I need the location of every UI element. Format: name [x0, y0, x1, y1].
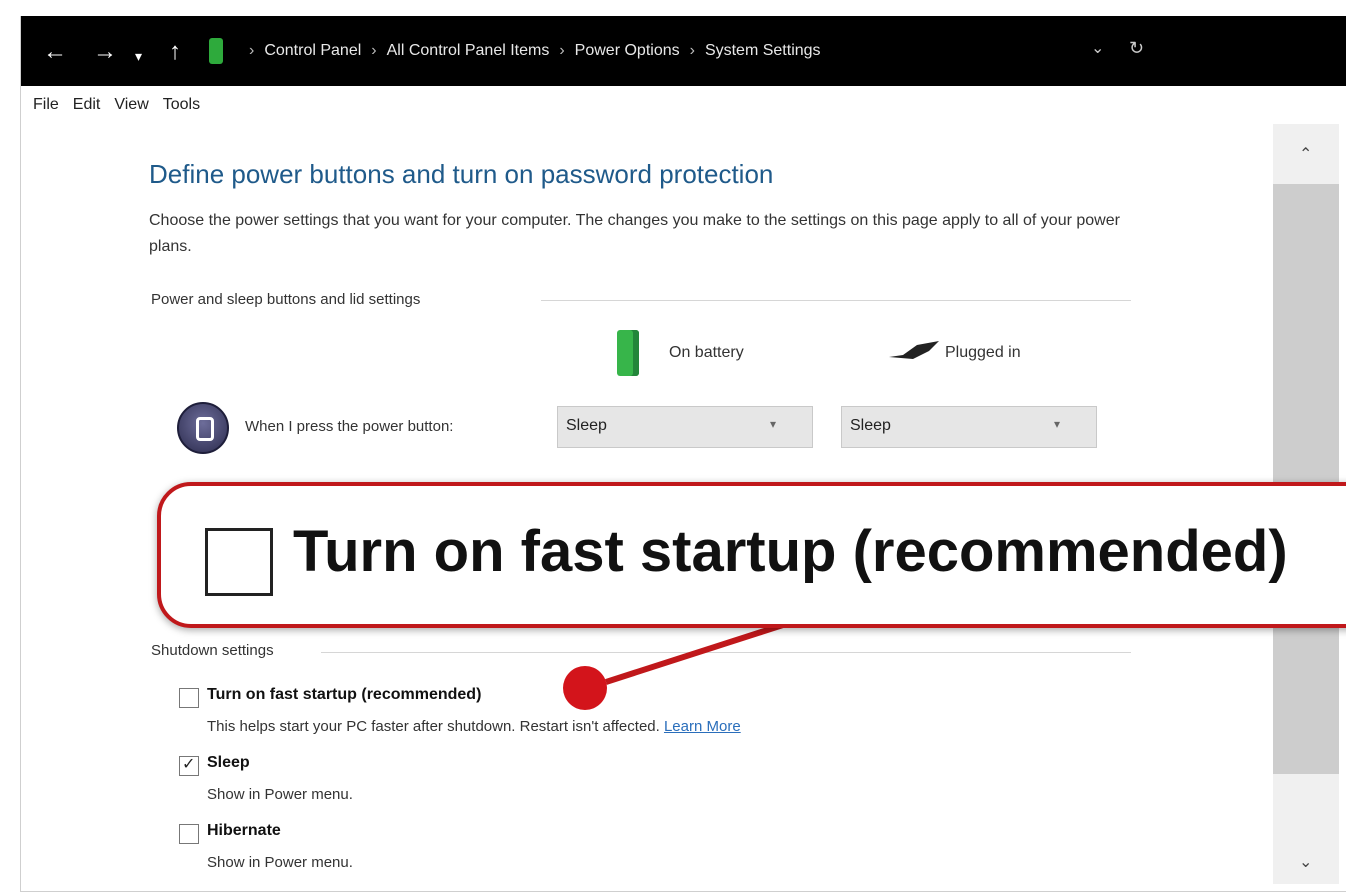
breadcrumb-separator: ›: [689, 42, 695, 59]
select-value: Sleep: [850, 417, 891, 434]
hibernate-label: Hibernate: [207, 822, 281, 839]
hibernate-checkbox[interactable]: [179, 824, 199, 844]
scroll-up-icon[interactable]: ⌃: [1299, 144, 1312, 164]
chevron-down-icon: ▾: [769, 417, 776, 431]
breadcrumb-system-settings[interactable]: System Settings: [705, 42, 821, 60]
window: ← → ▾ ↑ › Control Panel › All Control Pa…: [20, 16, 1346, 892]
select-value: Sleep: [566, 417, 607, 434]
plug-icon: [889, 341, 939, 359]
menu-view[interactable]: View: [114, 96, 148, 114]
breadcrumb-separator: ›: [249, 42, 255, 59]
fast-startup-checkbox[interactable]: [179, 688, 199, 708]
back-arrow-icon[interactable]: ←: [43, 40, 67, 64]
menu-file[interactable]: File: [33, 96, 59, 114]
breadcrumb-control-panel[interactable]: Control Panel: [264, 42, 361, 60]
fast-startup-sub: This helps start your PC faster after sh…: [207, 718, 660, 735]
refresh-icon[interactable]: ↻: [1129, 38, 1144, 59]
hibernate-description: Show in Power menu.: [207, 854, 353, 871]
learn-more-link[interactable]: Learn More: [664, 718, 741, 735]
sleep-label: Sleep: [207, 754, 250, 771]
on-battery-label: On battery: [669, 344, 744, 361]
up-arrow-icon[interactable]: ↑: [169, 40, 181, 64]
section-divider: [541, 300, 1131, 301]
forward-arrow-icon[interactable]: →: [93, 40, 117, 64]
scroll-down-icon[interactable]: ⌄: [1299, 852, 1312, 872]
buttons-section-title: Power and sleep buttons and lid settings: [151, 291, 421, 308]
callout-pointer-dot: [563, 666, 607, 710]
battery-icon: [617, 330, 639, 376]
breadcrumb-all-items[interactable]: All Control Panel Items: [387, 42, 550, 60]
fast-startup-label: Turn on fast startup (recommended): [207, 686, 482, 703]
menu-edit[interactable]: Edit: [73, 96, 101, 114]
address-dropdown-icon[interactable]: ⌄: [1091, 38, 1104, 58]
scrollbar-thumb[interactable]: [1273, 184, 1339, 774]
page-description: Choose the power settings that you want …: [149, 212, 1120, 255]
power-button-battery-select[interactable]: Sleep ▾: [557, 406, 813, 448]
control-panel-icon: [209, 38, 223, 64]
fast-startup-description: This helps start your PC faster after sh…: [207, 718, 741, 735]
callout-connector: [605, 621, 787, 685]
power-button-icon: [177, 402, 229, 454]
menu-bar: File Edit View Tools: [33, 96, 200, 114]
chevron-down-icon: ▾: [1053, 417, 1060, 431]
page-title: Define power buttons and turn on passwor…: [149, 159, 774, 189]
breadcrumb: › Control Panel › All Control Panel Item…: [249, 42, 821, 60]
sleep-description: Show in Power menu.: [207, 786, 353, 803]
zoom-callout: Turn on fast startup (recommended): [157, 482, 1346, 628]
power-button-label: When I press the power button:: [245, 418, 454, 435]
breadcrumb-separator: ›: [371, 42, 377, 59]
plugged-in-label: Plugged in: [945, 344, 1021, 361]
callout-checkbox: [205, 528, 273, 596]
recent-dropdown-icon[interactable]: ▾: [135, 44, 142, 68]
shutdown-section-title: Shutdown settings: [151, 642, 274, 659]
breadcrumb-separator: ›: [559, 42, 565, 59]
menu-tools[interactable]: Tools: [163, 96, 200, 114]
sleep-checkbox[interactable]: [179, 754, 199, 776]
breadcrumb-power-options[interactable]: Power Options: [575, 42, 680, 60]
callout-text: Turn on fast startup (recommended): [293, 519, 1288, 584]
address-bar: ← → ▾ ↑ › Control Panel › All Control Pa…: [21, 16, 1346, 86]
power-button-plugged-select[interactable]: Sleep ▾: [841, 406, 1097, 448]
